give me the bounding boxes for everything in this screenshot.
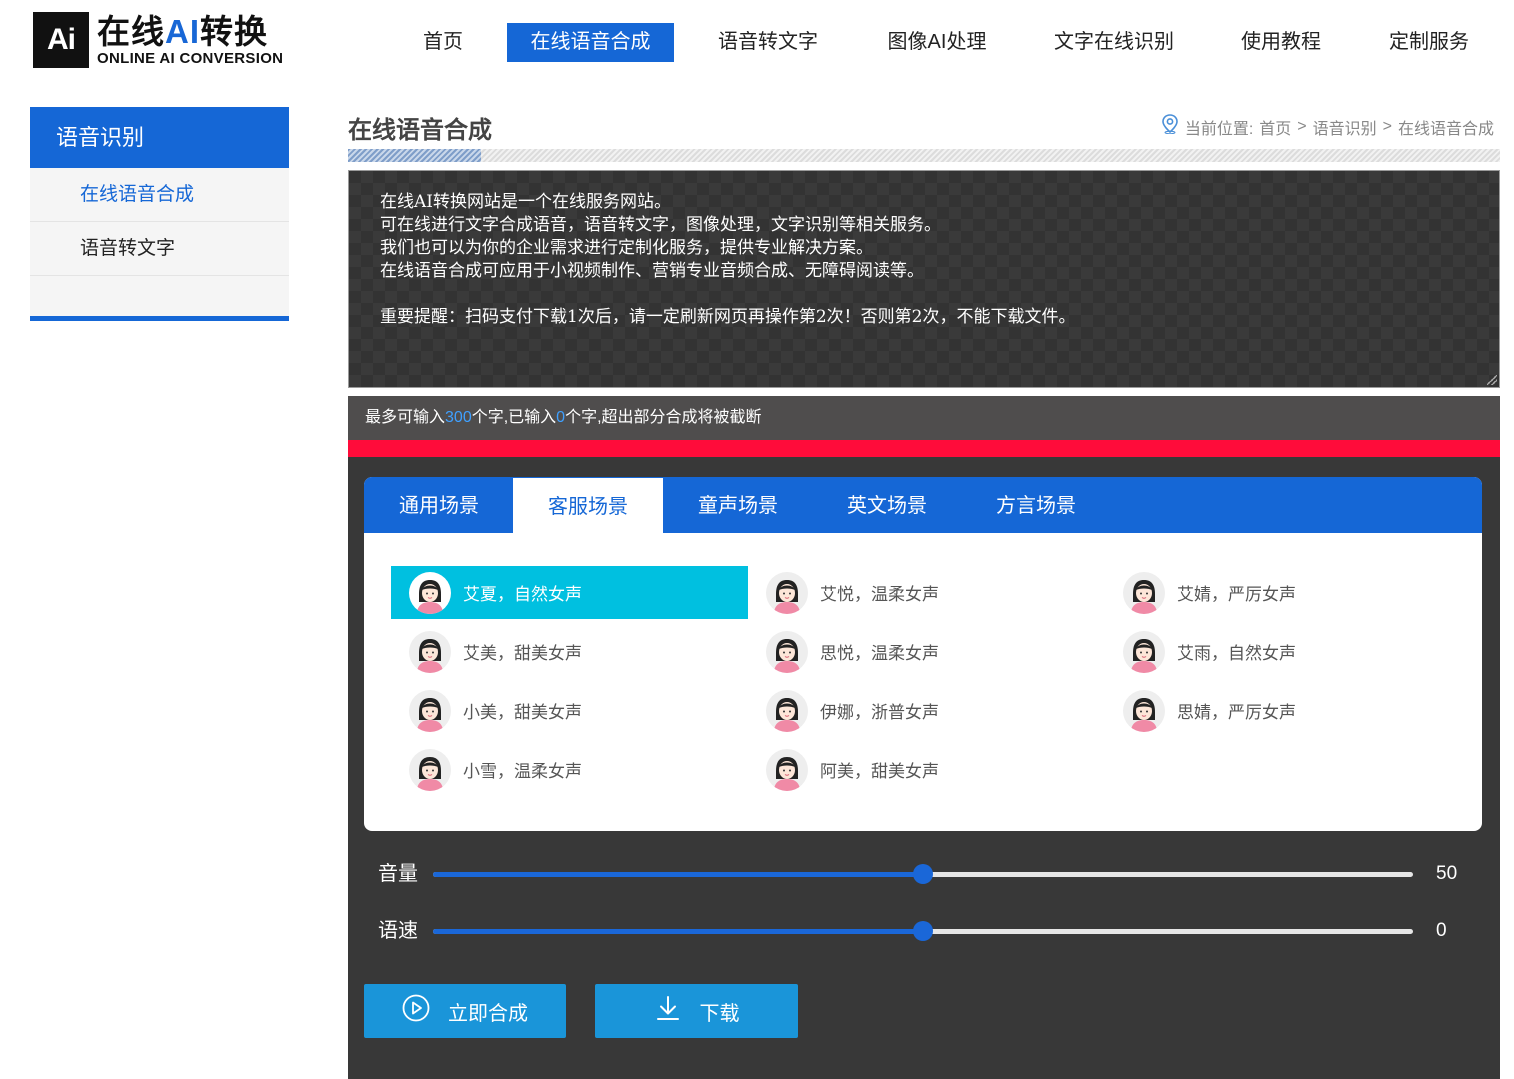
voice-selector: 通用场景 客服场景 童声场景 英文场景 方言场景 艾夏，自然女声 艾悦，温柔女声艾… (364, 477, 1482, 831)
voice-option[interactable]: 艾婧，严厉女声 (1105, 566, 1462, 619)
nav-image-ai[interactable]: 图像AI处理 (870, 23, 1004, 62)
text-input-area[interactable]: 在线AI转换网站是一个在线服务网站。 可在线进行文字合成语音，语音转文字，图像处… (348, 170, 1500, 388)
sidebar-item-speech-to-text[interactable]: 语音转文字 (30, 222, 289, 276)
site-logo[interactable]: Ai 在线AI转换 ONLINE AI CONVERSION (33, 12, 283, 68)
voice-label: 思悦，温柔女声 (820, 644, 939, 663)
page-title: 在线语音合成 (348, 117, 492, 144)
text-line (349, 283, 1499, 306)
volume-slider[interactable] (433, 864, 1413, 884)
download-label: 下载 (699, 1002, 740, 1025)
header: Ai 在线AI转换 ONLINE AI CONVERSION 首页 在线语音合成… (0, 0, 1514, 90)
speed-slider[interactable] (433, 921, 1413, 941)
breadcrumb-home[interactable]: 首页 (1259, 115, 1291, 139)
avatar-icon (409, 689, 451, 732)
voice-option[interactable]: 阿美，甜美女声 (748, 743, 1105, 796)
sidebar-item-tts[interactable]: 在线语音合成 (30, 168, 289, 222)
resize-handle[interactable] (1487, 375, 1497, 385)
speed-slider-thumb[interactable] (913, 921, 933, 941)
alert-strip (348, 440, 1500, 457)
voice-option[interactable]: 艾美，甜美女声 (391, 625, 748, 678)
voice-option[interactable]: 艾夏，自然女声 (391, 566, 748, 619)
char-current: 0 (556, 409, 566, 426)
voice-option[interactable]: 小美，甜美女声 (391, 684, 748, 737)
control-panel: 通用场景 客服场景 童声场景 英文场景 方言场景 艾夏，自然女声 艾悦，温柔女声艾… (348, 457, 1500, 1079)
avatar-icon (766, 571, 808, 614)
voice-label: 艾夏，自然女声 (463, 585, 582, 604)
speed-value: 0 (1436, 920, 1447, 941)
voice-option[interactable]: 思悦，温柔女声 (748, 625, 1105, 678)
text-line: 在线语音合成可应用于小视频制作、营销专业音频合成、无障碍阅读等。 (380, 261, 924, 281)
breadcrumb-prefix: 当前位置: (1184, 120, 1254, 138)
location-pin-icon (1161, 114, 1179, 139)
logo-title: 在线AI转换 (97, 13, 268, 50)
sidebar-bottom-bar (30, 316, 289, 321)
avatar-icon (409, 571, 451, 614)
char-max: 300 (445, 409, 472, 426)
avatar-icon (1123, 689, 1165, 732)
sidebar-title: 语音识别 (30, 107, 289, 168)
sidebar-spacer (30, 276, 289, 316)
download-icon (654, 994, 700, 1028)
download-button[interactable]: 下载 (595, 984, 798, 1038)
logo-badge: Ai (33, 12, 89, 68)
speed-label: 语速 (378, 920, 418, 942)
breadcrumb: 当前位置: 首页 > 语音识别 > 在线语音合成 (1161, 114, 1494, 139)
voice-option[interactable]: 艾悦，温柔女声 (748, 566, 1105, 619)
voice-label: 思婧，严厉女声 (1177, 703, 1296, 722)
avatar-icon (1123, 571, 1165, 614)
nav-speech-to-text[interactable]: 语音转文字 (703, 23, 833, 62)
text-line: 可在线进行文字合成语音，语音转文字，图像处理，文字识别等相关服务。 (380, 215, 941, 235)
voice-label: 阿美，甜美女声 (820, 762, 939, 781)
volume-label: 音量 (378, 863, 418, 885)
avatar-icon (766, 689, 808, 732)
nav-tts[interactable]: 在线语音合成 (507, 23, 674, 62)
avatar-icon (409, 630, 451, 673)
avatar-icon (766, 748, 808, 791)
tab-child-voice[interactable]: 童声场景 (663, 477, 813, 533)
tab-customer-service[interactable]: 客服场景 (513, 478, 663, 533)
logo-subtitle: ONLINE AI CONVERSION (97, 50, 284, 67)
nav-tutorial[interactable]: 使用教程 (1226, 23, 1336, 62)
voice-label: 伊娜，浙普女声 (820, 703, 939, 722)
synthesize-button[interactable]: 立即合成 (364, 984, 566, 1038)
speed-slider-row: 语速 0 (378, 916, 1468, 946)
sidebar: 语音识别 在线语音合成 语音转文字 (30, 107, 289, 321)
voice-option[interactable]: 小雪，温柔女声 (391, 743, 748, 796)
volume-value: 50 (1436, 863, 1458, 884)
breadcrumb-speech[interactable]: 语音识别 (1313, 115, 1377, 139)
voice-option[interactable]: 艾雨，自然女声 (1105, 625, 1462, 678)
voice-label: 小雪，温柔女声 (463, 762, 582, 781)
play-icon (402, 994, 448, 1028)
volume-slider-row: 音量 50 (378, 859, 1468, 889)
avatar-icon (766, 630, 808, 673)
voice-label: 艾雨，自然女声 (1177, 644, 1296, 663)
tab-dialect[interactable]: 方言场景 (961, 477, 1111, 533)
scene-tabs: 通用场景 客服场景 童声场景 英文场景 方言场景 (364, 477, 1482, 533)
synthesize-label: 立即合成 (448, 1002, 528, 1025)
volume-slider-thumb[interactable] (913, 864, 933, 884)
text-line-warning: 重要提醒：扫码支付下载1次后，请一定刷新网页再操作第2次！否则第2次，不能下载文… (380, 307, 1076, 327)
avatar-icon (1123, 630, 1165, 673)
voice-option[interactable]: 思婧，严厉女声 (1105, 684, 1462, 737)
text-line: 我们也可以为你的企业需求进行定制化服务，提供专业解决方案。 (380, 238, 873, 258)
breadcrumb-separator: > (1297, 117, 1307, 135)
voice-label: 艾婧，严厉女声 (1177, 585, 1296, 604)
tab-english[interactable]: 英文场景 (812, 477, 962, 533)
text-line: 在线AI转换网站是一个在线服务网站。 (380, 192, 671, 212)
voice-label: 小美，甜美女声 (463, 703, 582, 722)
breadcrumb-separator: > (1382, 117, 1392, 135)
voice-label: 艾悦，温柔女声 (820, 585, 939, 604)
voice-label: 艾美，甜美女声 (463, 644, 582, 663)
title-divider (348, 149, 1500, 162)
nav-ocr[interactable]: 文字在线识别 (1040, 23, 1188, 62)
breadcrumb-current: 在线语音合成 (1397, 120, 1494, 138)
nav-home[interactable]: 首页 (405, 23, 481, 62)
nav-custom-service[interactable]: 定制服务 (1373, 23, 1485, 62)
avatar-icon (409, 748, 451, 791)
char-counter: 最多可输入300个字,已输入0个字,超出部分合成将被截断 (348, 396, 1500, 440)
tab-general[interactable]: 通用场景 (364, 477, 514, 533)
voice-option[interactable]: 伊娜，浙普女声 (748, 684, 1105, 737)
